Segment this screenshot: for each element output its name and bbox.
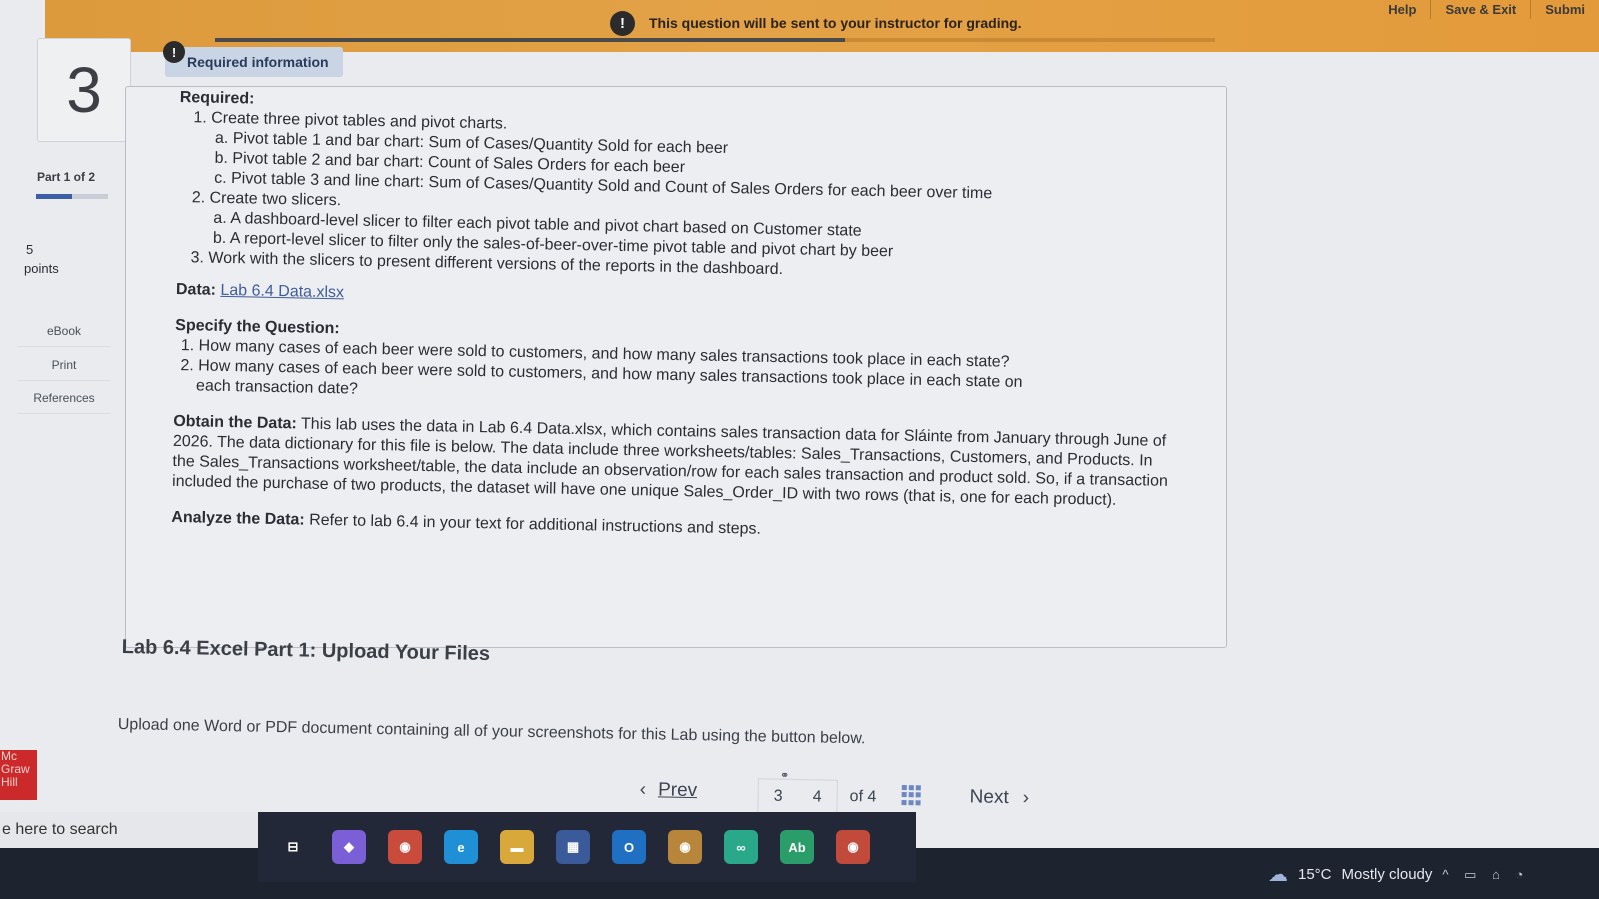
taskbar-search[interactable]: e here to search <box>0 812 260 848</box>
store-icon[interactable]: ▦ <box>556 830 590 864</box>
analyze-label: Analyze the Data: <box>171 508 305 529</box>
required-info-tab[interactable]: ! Required information <box>163 41 343 77</box>
info-alert-icon: ! <box>163 41 185 63</box>
taskbar-search-text: e here to search <box>2 821 118 838</box>
grading-notice: ! This question will be sent to your ins… <box>610 8 1022 38</box>
data-line: Data: Lab 6.4 Data.xlsx <box>176 280 1176 320</box>
points-label: points <box>24 261 59 276</box>
taskbar-apps: ⊟ ◆ ◉ e ▬ ▦ O ◉ ∞ Ab ◉ <box>258 812 916 882</box>
outlook-icon[interactable]: O <box>612 830 646 864</box>
system-tray: ☁ 15°C Mostly cloudy ^ ▭ ⌂ ◔ <box>1268 862 1529 887</box>
top-links: Help Save & Exit Submi <box>1374 0 1599 19</box>
page-total: of 4 <box>849 788 877 806</box>
part-progress-fill <box>36 194 72 199</box>
points-value: 5 <box>26 242 34 257</box>
grading-banner: ! This question will be sent to your ins… <box>45 0 1599 52</box>
edge-icon[interactable]: e <box>444 830 478 864</box>
data-label: Data: <box>175 280 217 299</box>
question-number: 3 <box>37 38 131 142</box>
page-selector[interactable]: 3 4 <box>757 778 838 816</box>
submit-link[interactable]: Submi <box>1530 0 1599 19</box>
help-link[interactable]: Help <box>1374 0 1430 19</box>
weather-text: Mostly cloudy <box>1341 866 1433 883</box>
page-number[interactable]: 4 <box>812 788 822 806</box>
print-button[interactable]: Print <box>18 350 110 381</box>
temperature: 15°C <box>1298 866 1332 883</box>
chrome-profile-icon[interactable]: ◉ <box>668 830 702 864</box>
next-button[interactable]: Next › <box>969 786 1029 809</box>
chevron-right-icon: › <box>1022 787 1030 809</box>
chrome-m-icon[interactable]: ◉ <box>836 830 870 864</box>
chevron-left-icon: ‹ <box>639 778 647 801</box>
grid-view-icon[interactable] <box>901 785 921 806</box>
question-progress-bar <box>215 38 1215 42</box>
abby-app-icon[interactable]: Ab <box>780 830 814 864</box>
obtain-text: This lab uses the data in Lab 6.4 Data.x… <box>171 415 1169 509</box>
page-number[interactable]: 3 <box>774 788 783 806</box>
chrome-icon[interactable]: ◉ <box>388 830 422 864</box>
obtain-label: Obtain the Data: <box>173 412 298 433</box>
prev-label: Prev <box>657 779 698 802</box>
references-button[interactable]: References <box>18 383 110 414</box>
copilot-icon[interactable]: ◆ <box>332 830 366 864</box>
part-label: Part 1 of 2 <box>37 170 96 184</box>
next-label: Next <box>969 786 1009 809</box>
mcgraw-hill-logo: Mc Graw Hill <box>0 750 37 800</box>
task-view-icon[interactable]: ⊟ <box>276 830 310 864</box>
data-file-link[interactable]: Lab 6.4 Data.xlsx <box>220 282 344 301</box>
tray-icons[interactable]: ^ ▭ ⌂ ◔ <box>1442 867 1529 883</box>
ebook-button[interactable]: eBook <box>18 316 110 347</box>
obtain-data-paragraph: Obtain the Data: This lab uses the data … <box>172 412 1173 512</box>
weather-cloud-icon: ☁ <box>1268 864 1288 886</box>
file-explorer-icon[interactable]: ▬ <box>500 830 534 864</box>
upload-instructions: Upload one Word or PDF document containi… <box>117 716 866 748</box>
grading-notice-text: This question will be sent to your instr… <box>649 15 1022 31</box>
required-info-tab-label: Required information <box>187 54 329 70</box>
required-info-content: Required: 1. Create three pivot tables a… <box>171 88 1180 548</box>
alert-icon: ! <box>610 10 635 36</box>
part-progress-bar <box>36 194 108 199</box>
infinity-app-icon[interactable]: ∞ <box>724 830 758 864</box>
prev-button[interactable]: ‹ Prev <box>640 779 698 802</box>
save-exit-link[interactable]: Save & Exit <box>1430 0 1530 19</box>
question-progress-fill <box>215 38 845 42</box>
